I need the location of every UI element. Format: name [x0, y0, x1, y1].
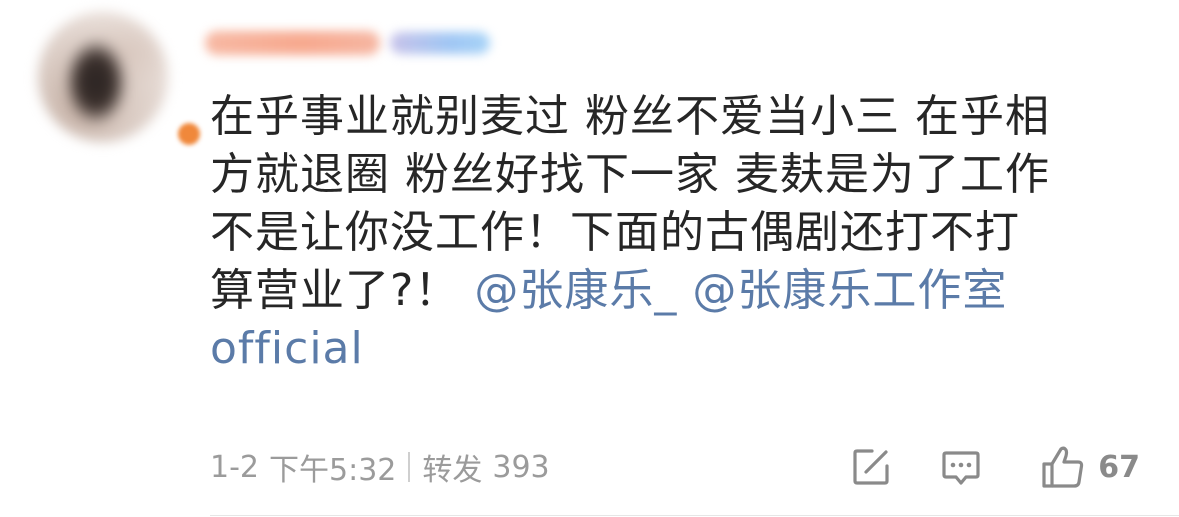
comment-time: 下午5:32	[269, 453, 397, 488]
comment-line: 在乎事业就别麦过 粉丝不爱当小三 在乎相	[210, 91, 1050, 142]
mention-link[interactable]: @张康乐_	[474, 265, 677, 316]
meta-divider	[408, 452, 411, 482]
comment-card: 在乎事业就别麦过 粉丝不爱当小三 在乎相 方就退圈 粉丝好找下一家 麦麸是为了工…	[0, 0, 1179, 517]
repost-label[interactable]: 转发	[422, 445, 482, 489]
reply-button[interactable]	[940, 446, 982, 488]
username-blurred	[205, 31, 380, 55]
avatar-image	[38, 12, 168, 142]
comment-line-with-mentions: 算营业了?！ @张康乐_ @张康乐工作室	[210, 262, 1150, 320]
comment-line: 不是让你没工作！下面的古偶剧还打不打	[210, 207, 1020, 258]
share-button[interactable]	[850, 446, 892, 488]
username[interactable]	[205, 28, 490, 58]
thumbs-up-icon	[1042, 446, 1084, 488]
comment-line: 方就退圈 粉丝好找下一家 麦麸是为了工作	[210, 149, 1050, 200]
comment-footer: 1-2 下午5:32 转发 393 67	[210, 445, 1140, 489]
avatar[interactable]	[38, 12, 200, 145]
comment-meta: 1-2 下午5:32 转发 393	[210, 445, 550, 489]
like-button[interactable]: 67	[1040, 444, 1140, 490]
comment-line: official	[210, 320, 1150, 378]
share-edit-icon	[853, 449, 889, 485]
comment-actions: 67	[850, 444, 1140, 490]
comment-text: 在乎事业就别麦过 粉丝不爱当小三 在乎相 方就退圈 粉丝好找下一家 麦麸是为了工…	[210, 88, 1150, 378]
comment-date: 1-2	[210, 449, 259, 485]
avatar-badge-icon	[178, 123, 200, 145]
repost-count: 393	[492, 449, 550, 485]
comment-icon	[942, 451, 980, 485]
like-count: 67	[1098, 449, 1140, 485]
mention-link[interactable]: @张康乐工作室	[692, 265, 1007, 316]
user-tag-blurred	[390, 32, 490, 54]
comment-line: 算营业了?！	[210, 265, 460, 316]
mention-link-continued[interactable]: official	[210, 323, 364, 374]
comment-divider	[210, 515, 1179, 516]
